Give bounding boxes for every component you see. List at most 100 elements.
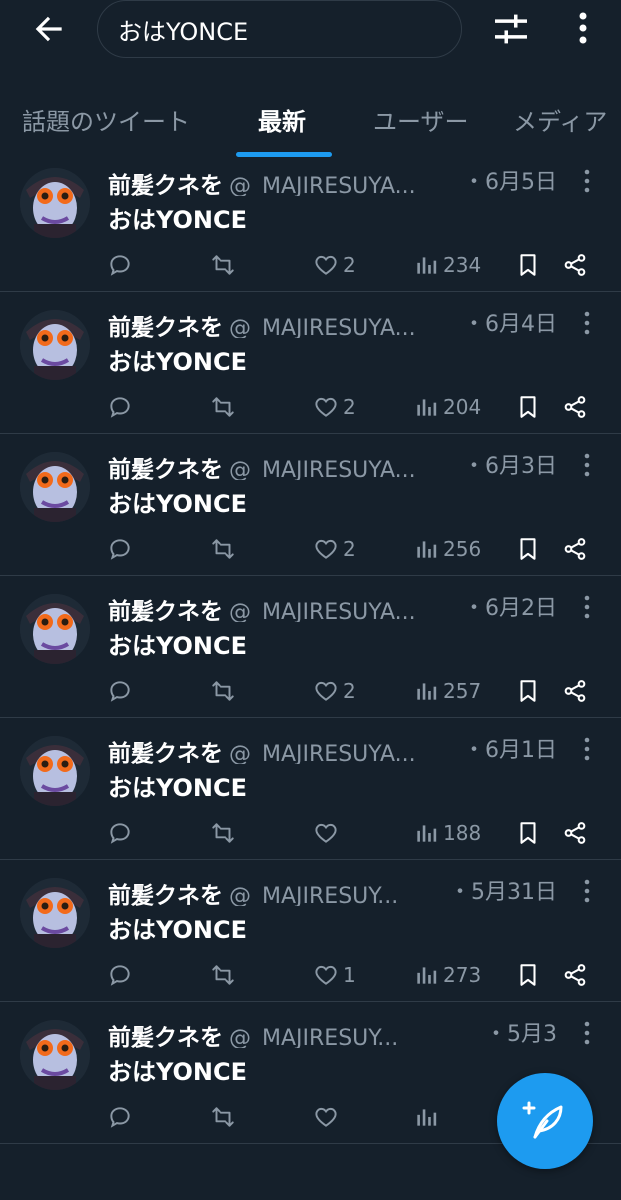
search-filter-button[interactable] <box>492 10 530 48</box>
views-button[interactable] <box>413 1100 443 1134</box>
tweet-date[interactable]: ・6月3日 <box>455 448 557 480</box>
bookmark-button[interactable] <box>515 248 541 282</box>
like-button[interactable]: 2 <box>313 532 356 566</box>
reply-button[interactable] <box>107 390 133 424</box>
tweet-menu-button[interactable] <box>578 452 596 478</box>
bookmark-button[interactable] <box>515 532 541 566</box>
bookmark-icon <box>520 822 536 844</box>
tweet-menu-button[interactable] <box>578 878 596 904</box>
avatar-image <box>20 168 90 238</box>
tweet-date[interactable]: ・6月1日 <box>455 732 557 764</box>
tweet-menu-button[interactable] <box>578 594 596 620</box>
tweet-date[interactable]: ・5月31日 <box>441 874 557 906</box>
reply-button[interactable] <box>107 958 133 992</box>
tweet-author-name[interactable]: 前髪クネを <box>108 315 223 338</box>
tweet-date[interactable]: ・5月3 <box>477 1016 557 1048</box>
tab-latest[interactable]: 最新 <box>258 102 306 137</box>
retweet-button[interactable] <box>210 532 236 566</box>
views-button[interactable]: 257 <box>413 674 481 708</box>
tweet-author-name[interactable]: 前髪クネを <box>108 883 223 906</box>
share-icon <box>564 964 586 986</box>
tweet-author-handle[interactable]: @_MAJIRESUYA... <box>229 458 416 480</box>
compose-tweet-button[interactable] <box>497 1073 593 1169</box>
tweet-author-name[interactable]: 前髪クネを <box>108 1025 223 1048</box>
share-button[interactable] <box>562 958 588 992</box>
avatar[interactable] <box>20 168 90 238</box>
views-icon <box>417 1109 437 1126</box>
tweet-text: おはYONCE <box>108 916 248 944</box>
tweet-menu-button[interactable] <box>578 168 596 194</box>
views-button[interactable]: 188 <box>413 816 481 850</box>
tweet-menu-button[interactable] <box>578 1020 596 1046</box>
bookmark-button[interactable] <box>515 816 541 850</box>
tweet-author-name[interactable]: 前髪クネを <box>108 173 223 196</box>
search-input[interactable]: おはYONCE <box>97 0 462 58</box>
retweet-button[interactable] <box>210 674 236 708</box>
share-button[interactable] <box>562 390 588 424</box>
retweet-button[interactable] <box>210 816 236 850</box>
avatar[interactable] <box>20 452 90 522</box>
back-button[interactable] <box>30 10 68 48</box>
share-button[interactable] <box>562 816 588 850</box>
tweet-item[interactable]: 前髪クネを @_MAJIRESUYA... ・6月2日 おはYONCE 2 257 <box>0 576 621 718</box>
avatar[interactable] <box>20 310 90 380</box>
like-button[interactable]: 2 <box>313 390 356 424</box>
tweet-author-handle[interactable]: @_MAJIRESUY... <box>229 1026 398 1048</box>
reply-button[interactable] <box>107 1100 133 1134</box>
tab-users[interactable]: ユーザー <box>373 102 469 137</box>
like-button[interactable] <box>313 1100 343 1134</box>
views-button[interactable]: 256 <box>413 532 481 566</box>
reply-button[interactable] <box>107 532 133 566</box>
tweet-date[interactable]: ・6月2日 <box>455 590 557 622</box>
bookmark-button[interactable] <box>515 390 541 424</box>
retweet-button[interactable] <box>210 390 236 424</box>
arrow-left-icon <box>35 16 62 42</box>
views-button[interactable]: 273 <box>413 958 481 992</box>
retweet-button[interactable] <box>210 958 236 992</box>
tab-media[interactable]: メディア <box>513 102 607 137</box>
tweet-author-name[interactable]: 前髪クネを <box>108 599 223 622</box>
tweet-author-name[interactable]: 前髪クネを <box>108 741 223 764</box>
views-icon <box>417 967 437 984</box>
tweet-author-handle[interactable]: @_MAJIRESUYA... <box>229 174 416 196</box>
tweet-menu-button[interactable] <box>578 736 596 762</box>
reply-button[interactable] <box>107 674 133 708</box>
tweet-menu-button[interactable] <box>578 310 596 336</box>
bookmark-button[interactable] <box>515 958 541 992</box>
avatar[interactable] <box>20 878 90 948</box>
reply-button[interactable] <box>107 816 133 850</box>
like-button[interactable] <box>313 816 343 850</box>
reply-button[interactable] <box>107 248 133 282</box>
tweet-item[interactable]: 前髪クネを @_MAJIRESUYA... ・6月1日 おはYONCE 188 <box>0 718 621 860</box>
views-button[interactable]: 204 <box>413 390 481 424</box>
more-options-button[interactable] <box>568 8 598 48</box>
tweet-author-name[interactable]: 前髪クネを <box>108 457 223 480</box>
bookmark-button[interactable] <box>515 674 541 708</box>
retweet-button[interactable] <box>210 248 236 282</box>
share-button[interactable] <box>562 248 588 282</box>
tweet-item[interactable]: 前髪クネを @_MAJIRESUYA... ・6月4日 おはYONCE 2 204 <box>0 292 621 434</box>
like-button[interactable]: 1 <box>313 958 356 992</box>
tweet-item[interactable]: 前髪クネを @_MAJIRESUY... ・5月31日 おはYONCE 1 273 <box>0 860 621 1002</box>
views-button[interactable]: 234 <box>413 248 481 282</box>
tab-top[interactable]: 話題のツイート <box>22 102 190 137</box>
tweet-date[interactable]: ・6月4日 <box>455 306 557 338</box>
avatar[interactable] <box>20 736 90 806</box>
more-vertical-icon <box>584 1021 590 1045</box>
share-button[interactable] <box>562 532 588 566</box>
more-vertical-icon <box>584 595 590 619</box>
tweet-author-handle[interactable]: @_MAJIRESUYA... <box>229 316 416 338</box>
share-button[interactable] <box>562 674 588 708</box>
tweet-date[interactable]: ・6月5日 <box>455 164 557 196</box>
tweet-author-handle[interactable]: @_MAJIRESUYA... <box>229 600 416 622</box>
like-button[interactable]: 2 <box>313 674 356 708</box>
avatar[interactable] <box>20 1020 90 1090</box>
avatar[interactable] <box>20 594 90 664</box>
tweet-item[interactable]: 前髪クネを @_MAJIRESUYA... ・6月3日 おはYONCE 2 256 <box>0 434 621 576</box>
like-button[interactable]: 2 <box>313 248 356 282</box>
tweet-author-handle[interactable]: @_MAJIRESUYA... <box>229 742 416 764</box>
tweet-author-handle[interactable]: @_MAJIRESUY... <box>229 884 398 906</box>
tweet-feed[interactable]: 前髪クネを@_MAJIRESUYA... ・6月6日 おはYONCE 1 206… <box>0 0 621 1200</box>
tweet-item[interactable]: 前髪クネを @_MAJIRESUYA... ・6月5日 おはYONCE 2 234 <box>0 150 621 292</box>
retweet-button[interactable] <box>210 1100 236 1134</box>
